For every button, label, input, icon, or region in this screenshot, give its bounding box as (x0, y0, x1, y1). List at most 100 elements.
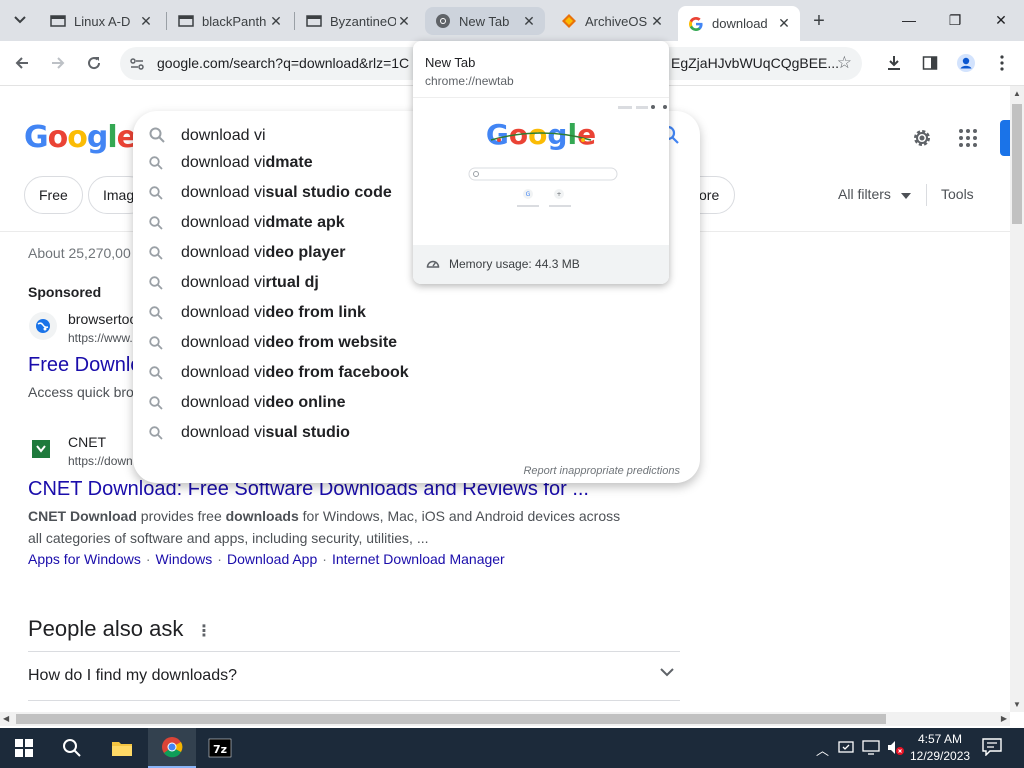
tab-close-icon[interactable]: ✕ (138, 13, 154, 29)
suggestion-text: download visual studio code (181, 184, 392, 201)
report-predictions-link[interactable]: Report inappropriate predictions (523, 465, 680, 477)
windows-taskbar: 7z ︿ 4:57 AM 12/29/2023 (0, 728, 1024, 768)
menu-button[interactable] (989, 50, 1015, 76)
more-options-icon[interactable]: ⋮ (196, 621, 212, 641)
tab-close-icon[interactable]: ✕ (521, 13, 537, 29)
tab-byzantine[interactable]: ByzantineO ✕ (296, 6, 420, 36)
tab-linux[interactable]: Linux A-D ✕ (40, 6, 162, 36)
ad-url: https://www. (68, 331, 133, 345)
newtab-preview-image: Google G + (468, 105, 667, 207)
network-icon[interactable] (862, 740, 880, 755)
start-button[interactable] (0, 728, 48, 768)
suggestion-item[interactable]: download video online (133, 388, 700, 418)
paa-question[interactable]: How do I find my downloads? (28, 667, 237, 685)
side-panel-button[interactable] (917, 50, 943, 76)
suggestion-text: download vidmate apk (181, 214, 345, 231)
google-icon (689, 16, 703, 31)
taskbar-search-button[interactable] (48, 728, 96, 768)
profile-button[interactable] (953, 50, 979, 76)
tab-separator (294, 12, 295, 30)
suggestion-text: download vidmate (181, 154, 313, 171)
volume-muted-icon[interactable] (887, 740, 905, 755)
scroll-down-icon[interactable]: ▼ (1013, 700, 1021, 709)
search-icon (149, 276, 163, 290)
search-input[interactable]: download vi (181, 127, 266, 145)
sitelink[interactable]: Windows (156, 551, 213, 567)
file-explorer-button[interactable] (98, 728, 146, 768)
reload-icon (88, 57, 101, 70)
tab-title: Linux A-D (74, 13, 131, 29)
7zip-taskbar-button[interactable]: 7z (196, 728, 244, 768)
reload-button[interactable] (81, 50, 107, 76)
site-info-icon[interactable] (128, 55, 146, 73)
scroll-left-icon[interactable]: ◀ (3, 714, 9, 723)
tab-download-active[interactable]: download ✕ (678, 6, 800, 41)
new-tab-button[interactable]: + (806, 8, 832, 34)
scroll-thumb[interactable] (1012, 104, 1022, 224)
all-filters-button[interactable]: All filters (838, 186, 911, 202)
settings-gear-icon[interactable] (910, 126, 934, 150)
back-button[interactable] (9, 50, 35, 76)
horizontal-scrollbar[interactable]: ◀ ▶ (0, 712, 1010, 726)
close-window-button[interactable]: ✕ (978, 5, 1024, 35)
maximize-button[interactable]: ❐ (932, 5, 978, 35)
tab-archiveos[interactable]: ArchiveOS ✕ (551, 6, 673, 36)
tab-close-icon[interactable]: ✕ (649, 13, 665, 29)
system-clock[interactable]: 4:57 AM 12/29/2023 (910, 731, 970, 765)
sitelink[interactable]: Internet Download Manager (332, 551, 505, 567)
desc-bold: downloads (225, 508, 299, 524)
chevron-down-icon[interactable] (660, 668, 674, 677)
forward-button[interactable] (45, 50, 71, 76)
search-icon (149, 396, 163, 410)
tools-button[interactable]: Tools (941, 186, 974, 202)
tab-new-tab[interactable]: New Tab ✕ (425, 7, 545, 35)
all-filters-label: All filters (838, 186, 891, 202)
scroll-right-icon[interactable]: ▶ (1001, 714, 1007, 723)
chip-free[interactable]: Free (24, 176, 83, 214)
google-logo[interactable]: Google (24, 120, 137, 155)
tab-preview-thumbnail: Google G + (413, 97, 669, 245)
vertical-scrollbar[interactable]: ▲ ▼ (1010, 86, 1024, 712)
suggestion-item[interactable]: download visual studio (133, 418, 700, 448)
bookmark-star-icon[interactable]: ☆ (837, 53, 852, 73)
scroll-thumb[interactable] (16, 714, 886, 724)
search-icon (149, 306, 163, 320)
clock-date: 12/29/2023 (910, 749, 971, 763)
sign-in-button[interactable] (1000, 120, 1010, 156)
logo-letter: G (24, 120, 49, 155)
apps-grid-icon[interactable] (956, 126, 980, 150)
tab-close-icon[interactable]: ✕ (776, 15, 792, 32)
tab-search-button[interactable] (8, 9, 32, 31)
downloads-button[interactable] (881, 50, 907, 76)
memory-usage-bar: Memory usage: 44.3 MB (413, 245, 669, 284)
notification-center-icon[interactable] (982, 738, 1002, 756)
tab-close-icon[interactable]: ✕ (396, 13, 412, 29)
suggestion-item[interactable]: download video from facebook (133, 358, 700, 388)
cnet-site-name: CNET (68, 434, 107, 450)
cnet-favicon (29, 437, 53, 461)
security-icon[interactable] (838, 739, 854, 755)
suggestion-item[interactable]: download video from website (133, 328, 700, 358)
search-icon (63, 739, 81, 757)
cnet-description: CNET Download provides free downloads fo… (28, 505, 648, 549)
search-icon (149, 366, 163, 380)
search-icon (149, 127, 165, 143)
ad-title-link[interactable]: Free Downlo (28, 354, 141, 377)
gauge-icon (426, 260, 440, 268)
scroll-up-icon[interactable]: ▲ (1013, 89, 1021, 98)
tab-close-icon[interactable]: ✕ (268, 13, 284, 29)
tray-chevron-up-icon[interactable]: ︿ (816, 740, 829, 759)
search-icon (149, 336, 163, 350)
tab-blackpanther[interactable]: blackPanth ✕ (168, 6, 292, 36)
desc-bold: Download (70, 508, 137, 524)
globe-icon (36, 319, 50, 333)
sitelink[interactable]: Apps for Windows (28, 551, 141, 567)
search-icon (149, 216, 163, 230)
sitelink[interactable]: Download App (227, 551, 317, 567)
suggestion-text: download video from link (181, 304, 366, 321)
chrome-taskbar-button[interactable] (148, 728, 196, 768)
search-icon (149, 186, 163, 200)
minimize-button[interactable]: — (886, 5, 932, 35)
suggestion-item[interactable]: download video from link (133, 298, 700, 328)
tab-strip: Linux A-D ✕ blackPanth ✕ ByzantineO ✕ Ne… (0, 0, 1024, 41)
